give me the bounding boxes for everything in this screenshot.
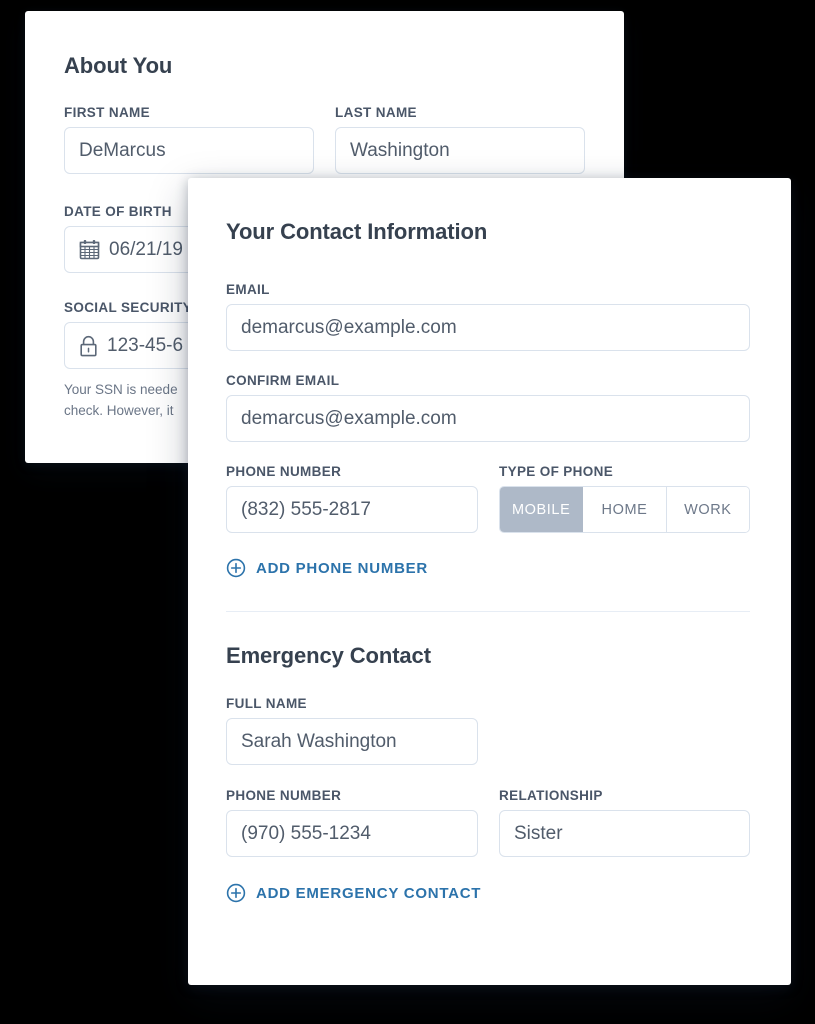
confirm-email-field-group: CONFIRM EMAIL demarcus@example.com [226,373,791,442]
email-field-group: EMAIL demarcus@example.com [226,282,791,351]
email-label: EMAIL [226,282,270,297]
contact-information-card: Your Contact Information EMAIL demarcus@… [188,178,791,985]
screenshot-stage: About You FIRST NAME DeMarcus LAST NAME … [0,0,815,1024]
date-of-birth-value: 06/21/19 [109,239,183,260]
plus-circle-icon [226,883,246,903]
add-emergency-contact-button[interactable]: ADD EMERGENCY CONTACT [226,883,791,903]
confirm-email-input[interactable]: demarcus@example.com [226,395,750,442]
emergency-full-name-value: Sarah Washington [241,731,397,752]
email-value: demarcus@example.com [241,317,457,338]
last-name-input[interactable]: Washington [335,127,585,174]
about-you-title: About You [64,53,173,78]
phone-type-option-work[interactable]: WORK [666,487,749,532]
phone-field-group: PHONE NUMBER (832) 555-2817 [226,464,478,533]
emergency-contact-title: Emergency Contact [226,643,431,668]
first-name-label: FIRST NAME [64,105,150,120]
last-name-label: LAST NAME [335,105,417,120]
add-phone-number-label: ADD PHONE NUMBER [256,559,429,577]
emergency-full-name-field-group: FULL NAME Sarah Washington [226,696,791,765]
emergency-relationship-value: Sister [514,823,563,844]
emergency-full-name-input[interactable]: Sarah Washington [226,718,478,765]
first-name-input[interactable]: DeMarcus [64,127,314,174]
emergency-phone-label: PHONE NUMBER [226,788,342,803]
phone-type-field-group: TYPE OF PHONE MOBILE HOME WORK [499,464,750,533]
email-input[interactable]: demarcus@example.com [226,304,750,351]
first-name-value: DeMarcus [79,140,166,161]
phone-type-label: TYPE OF PHONE [499,464,614,479]
phone-label: PHONE NUMBER [226,464,342,479]
phone-value: (832) 555-2817 [241,499,371,520]
phone-type-segmented-control[interactable]: MOBILE HOME WORK [499,486,750,533]
emergency-relationship-input[interactable]: Sister [499,810,750,857]
section-divider [226,611,750,612]
phone-row: PHONE NUMBER (832) 555-2817 TYPE OF PHON… [226,464,791,533]
plus-circle-icon [226,558,246,578]
phone-input[interactable]: (832) 555-2817 [226,486,478,533]
phone-type-option-mobile[interactable]: MOBILE [500,487,584,532]
confirm-email-value: demarcus@example.com [241,408,457,429]
add-emergency-contact-label: ADD EMERGENCY CONTACT [256,884,482,902]
emergency-phone-input[interactable]: (970) 555-1234 [226,810,478,857]
emergency-phone-value: (970) 555-1234 [241,823,371,844]
emergency-relationship-field-group: RELATIONSHIP Sister [499,788,750,857]
contact-information-title: Your Contact Information [226,219,488,244]
lock-icon [79,335,98,357]
ssn-value: 123-45-6 [107,335,184,356]
calendar-icon [79,239,100,260]
name-row: FIRST NAME DeMarcus LAST NAME Washington [64,105,624,174]
phone-type-option-home[interactable]: HOME [583,487,667,532]
add-phone-number-button[interactable]: ADD PHONE NUMBER [226,558,791,578]
emergency-phone-field-group: PHONE NUMBER (970) 555-1234 [226,788,478,857]
first-name-field-group: FIRST NAME DeMarcus [64,105,314,174]
last-name-field-group: LAST NAME Washington [335,105,585,174]
last-name-value: Washington [350,140,450,161]
confirm-email-label: CONFIRM EMAIL [226,373,340,388]
emergency-full-name-label: FULL NAME [226,696,307,711]
emergency-phone-row: PHONE NUMBER (970) 555-1234 RELATIONSHIP… [226,788,791,857]
emergency-relationship-label: RELATIONSHIP [499,788,603,803]
